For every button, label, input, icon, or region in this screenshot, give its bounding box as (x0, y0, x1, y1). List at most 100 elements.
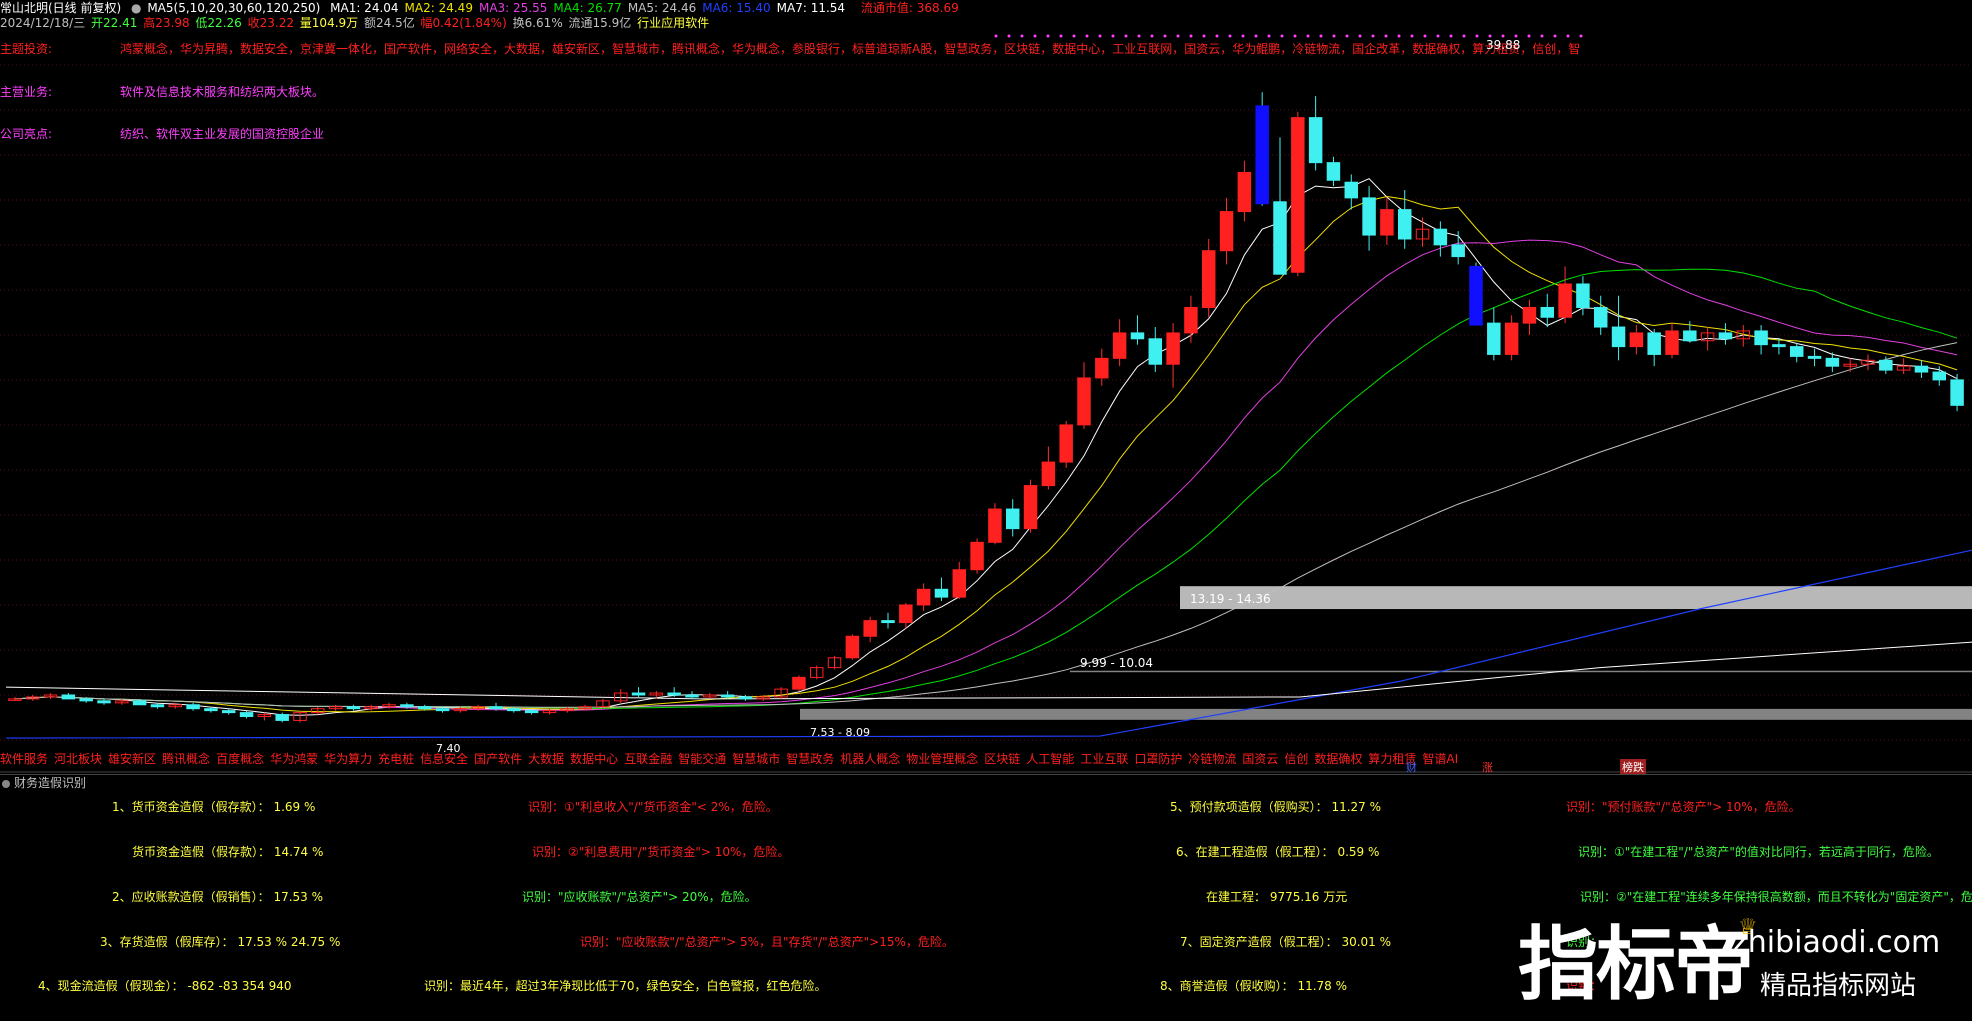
concept-tag[interactable]: 智能交通 (678, 752, 726, 766)
concept-tag[interactable]: 工业互联 (1080, 752, 1128, 766)
signal-dot (1072, 34, 1076, 38)
concept-tag[interactable]: 华为算力 (324, 752, 372, 766)
concept-tag[interactable]: 充电桩 (378, 752, 414, 766)
price-band (1180, 586, 1972, 610)
concept-tag[interactable]: 智慧政务 (786, 752, 834, 766)
signal-dot (1293, 34, 1297, 38)
concept-tag[interactable]: 口罩防护 (1134, 752, 1182, 766)
candle-body (899, 604, 913, 624)
signal-dot (1527, 34, 1531, 38)
concept-tag[interactable]: 国产软件 (474, 752, 522, 766)
candle-body (1522, 306, 1537, 324)
candle-body (524, 710, 539, 714)
candle-body (1397, 209, 1412, 240)
candle-body (1611, 326, 1626, 348)
candle-body (1362, 197, 1376, 236)
signal-dot (1280, 34, 1284, 38)
tag-theme-text: 鸿蒙概念，华为昇腾，数据安全，京津冀一体化，国产软件，网络安全，大数据，雄安新区… (120, 42, 1581, 56)
candle-body (1344, 181, 1359, 199)
signal-dot (1098, 34, 1102, 38)
concept-tag[interactable]: 国资云 (1242, 752, 1278, 766)
badge-finance[interactable]: 财 (1406, 759, 1417, 775)
concept-tag[interactable]: 大数据 (528, 752, 564, 766)
signal-dot (1007, 34, 1011, 38)
candle-body (1789, 346, 1804, 357)
price-gridlines (0, 64, 1972, 773)
panel-toggle-icon[interactable] (2, 779, 10, 788)
ma-line (14, 342, 1958, 708)
signal-dot (1345, 34, 1349, 38)
candle-body (1718, 332, 1733, 340)
signal-dot (1566, 34, 1570, 38)
concept-tag[interactable]: 冷链物流 (1188, 752, 1236, 766)
signal-dot (1189, 34, 1193, 38)
candle-body (720, 694, 735, 698)
candle-body (1148, 338, 1163, 365)
fin-rule: 识别："应收账款"/"总资产"> 20%，危险。 (522, 890, 757, 904)
signal-dot (1397, 34, 1401, 38)
signal-dot (1319, 34, 1323, 38)
fin-rule: 识别：①"利息收入"/"货币资金"< 2%，危险。 (528, 800, 778, 814)
candle-body (1576, 283, 1590, 308)
peak-price-label: 39.88 (1486, 38, 1521, 52)
fin-rule: 识别："应收账款"/"总资产"> 5%，且"存货"/"总资产">15%，危险。 (580, 935, 954, 949)
candle-body (1130, 332, 1145, 340)
indicator-panel-bar[interactable]: 财务造假识别 (0, 774, 1972, 791)
signal-dot (1254, 34, 1258, 38)
signal-dot (1163, 34, 1167, 38)
candle-body (1059, 424, 1073, 463)
concept-tag[interactable]: 软件服务 (0, 752, 48, 766)
signal-dot (1020, 34, 1024, 38)
candle-body (1950, 379, 1964, 406)
concept-tag[interactable]: 信息安全 (420, 752, 468, 766)
concept-tag[interactable]: 智谱AI (1422, 752, 1458, 766)
concept-tag[interactable]: 区块链 (984, 752, 1020, 766)
signal-dot (1176, 34, 1180, 38)
candle-body (1629, 332, 1644, 348)
band-label-3: 7.53 - 8.09 (810, 726, 870, 739)
candle-body (1825, 357, 1840, 367)
candle-body (1932, 371, 1947, 381)
ma-line-long-white (5, 641, 1972, 700)
tag-theme-label: 主题投资: (0, 42, 53, 56)
concept-tag[interactable]: 河北板块 (54, 752, 102, 766)
signal-dot (1111, 34, 1115, 38)
candle-body (1433, 228, 1448, 246)
concept-tag[interactable]: 互联金融 (624, 752, 672, 766)
candle-body (132, 700, 147, 706)
watermark-url: zhibiaodi.com (1732, 925, 1941, 960)
candle-body (1647, 332, 1661, 355)
concept-tag[interactable]: 信创 (1284, 752, 1308, 766)
concept-tag[interactable]: 华为鸿蒙 (270, 752, 318, 766)
signal-dot (1436, 34, 1440, 38)
concept-tag[interactable]: 雄安新区 (108, 752, 156, 766)
candle-body (417, 706, 432, 710)
signal-dot (1085, 34, 1089, 38)
candle-body (916, 588, 931, 606)
concept-tag[interactable]: 数据中心 (570, 752, 618, 766)
signal-dot (1241, 34, 1245, 38)
concept-tag[interactable]: 腾讯概念 (162, 752, 210, 766)
candle-body (1291, 117, 1305, 273)
candle-body (435, 708, 450, 712)
signal-dot (1553, 34, 1557, 38)
candle-body (970, 541, 984, 571)
fin-rule-right: 识别："预付账款"/"总资产"> 10%，危险。 (1566, 800, 1801, 814)
candle-body (1683, 330, 1697, 342)
concept-tag[interactable]: 机器人概念 (840, 752, 900, 766)
candle-body (1593, 306, 1608, 328)
concept-tag[interactable]: 物业管理概念 (906, 752, 978, 766)
candle-body (738, 696, 753, 700)
kline-chart[interactable] (0, 0, 1972, 775)
fin-rule-right: 识别：②"在建工程"连续多年保持很高数额，而且不转化为"固定资产"，危 (1580, 890, 1972, 904)
candle-body (1772, 344, 1786, 348)
candle-body (221, 710, 236, 714)
concept-tag[interactable]: 智慧城市 (732, 752, 780, 766)
candle-body (1201, 250, 1216, 308)
concept-tag[interactable]: 百度概念 (216, 752, 264, 766)
badge-list[interactable]: 榜跌 (1620, 759, 1646, 775)
badge-rise[interactable]: 涨 (1482, 759, 1493, 775)
candle-body (1540, 306, 1555, 318)
concept-tag[interactable]: 人工智能 (1026, 752, 1074, 766)
concept-tag[interactable]: 数据确权 (1314, 752, 1362, 766)
